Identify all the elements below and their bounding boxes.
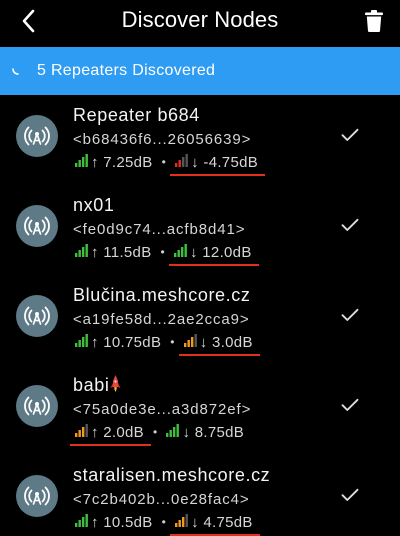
uplink-snr-value: ↑ 11.5dB xyxy=(91,243,152,261)
node-name: Repeater b684 xyxy=(73,105,200,125)
separator-dot: • xyxy=(161,155,167,169)
downlink-snr: ↓ 8.75dB xyxy=(164,423,246,441)
uplink-snr-value: ↑ 10.75dB xyxy=(91,333,162,351)
separator-dot: • xyxy=(152,425,158,439)
node-list: Repeater b684 <b68436f6...26056639> ↑ 7.… xyxy=(0,95,400,536)
page-title: Discover Nodes xyxy=(121,7,279,32)
signal-info: ↑ 7.25dB • ↓ -4.75dB xyxy=(73,152,265,176)
uplink-snr-value: ↑ 7.25dB xyxy=(91,153,153,171)
node-public-key: <75a0de3e...a3d872ef> xyxy=(73,401,252,418)
node-name: Blučina.meshcore.cz xyxy=(73,285,251,305)
downlink-snr-value: ↓ 12.0dB xyxy=(190,243,252,261)
node-public-key: <b68436f6...26056639> xyxy=(73,131,252,148)
discovered-count-text: 5 Repeaters Discovered xyxy=(37,62,216,79)
separator-dot: • xyxy=(160,245,166,259)
signal-bars-icon xyxy=(75,153,89,171)
signal-info: ↑ 2.0dB • ↓ 8.75dB xyxy=(70,422,246,446)
uplink-snr-value: ↑ 2.0dB xyxy=(91,423,144,441)
downlink-snr: ↓ -4.75dB xyxy=(170,153,265,176)
node-name: babi xyxy=(73,375,121,397)
separator-dot: • xyxy=(161,515,167,529)
signal-bars-icon xyxy=(75,423,89,441)
signal-bars-icon xyxy=(75,513,89,531)
signal-bars-icon xyxy=(174,243,188,261)
uplink-snr: ↑ 10.75dB xyxy=(73,333,163,351)
signal-info: ↑ 10.75dB • ↓ 3.0dB xyxy=(73,332,260,356)
signal-bars-icon xyxy=(166,423,180,441)
signal-bars-icon xyxy=(175,513,189,531)
node-public-key: <a19fe58d...2ae2cca9> xyxy=(73,311,250,328)
rocket-icon xyxy=(110,375,121,397)
antenna-icon xyxy=(16,385,58,427)
checkmark-icon[interactable] xyxy=(340,305,360,325)
signal-bars-icon xyxy=(75,243,89,261)
downlink-snr: ↓ 12.0dB xyxy=(169,243,259,266)
uplink-snr: ↑ 2.0dB xyxy=(70,423,151,446)
uplink-snr: ↑ 11.5dB xyxy=(73,243,154,261)
node-list-item[interactable]: Repeater b684 <b68436f6...26056639> ↑ 7.… xyxy=(0,95,400,185)
separator-dot: • xyxy=(170,335,175,349)
checkmark-icon[interactable] xyxy=(340,485,360,505)
uplink-snr-value: ↑ 10.5dB xyxy=(91,513,153,531)
checkmark-icon[interactable] xyxy=(340,125,360,145)
loading-spinner-icon xyxy=(6,60,28,82)
downlink-snr-value: ↓ -4.75dB xyxy=(191,153,259,171)
signal-info: ↑ 10.5dB • ↓ 4.75dB xyxy=(73,512,260,536)
node-list-item[interactable]: nx01 <fe0d9c74...acfb8d41> ↑ 11.5dB • ↓ … xyxy=(0,185,400,275)
antenna-icon xyxy=(16,295,58,337)
downlink-snr-value: ↓ 8.75dB xyxy=(182,423,245,441)
node-list-item[interactable]: staralisen.meshcore.cz <7c2b402b...0e28f… xyxy=(0,455,400,536)
trash-icon xyxy=(365,10,383,32)
node-list-item[interactable]: babi <75a0de3e...a3d872ef> ↑ 2.0dB • ↓ 8… xyxy=(0,365,400,455)
downlink-snr: ↓ 3.0dB xyxy=(178,333,260,356)
uplink-snr: ↑ 10.5dB xyxy=(73,513,155,531)
signal-bars-icon xyxy=(183,333,198,351)
antenna-icon xyxy=(16,115,58,157)
node-public-key: <7c2b402b...0e28fac4> xyxy=(73,491,250,508)
delete-button[interactable] xyxy=(360,6,388,36)
app-header: Discover Nodes xyxy=(0,0,400,46)
checkmark-icon[interactable] xyxy=(340,395,360,415)
uplink-snr: ↑ 7.25dB xyxy=(73,153,155,171)
downlink-snr: ↓ 4.75dB xyxy=(170,513,260,536)
node-list-item[interactable]: Blučina.meshcore.cz <a19fe58d...2ae2cca9… xyxy=(0,275,400,365)
signal-bars-icon xyxy=(175,153,189,171)
downlink-snr-value: ↓ 3.0dB xyxy=(199,333,253,351)
node-name: nx01 xyxy=(73,195,115,215)
signal-info: ↑ 11.5dB • ↓ 12.0dB xyxy=(73,242,259,266)
antenna-icon xyxy=(16,475,58,517)
signal-bars-icon xyxy=(75,333,89,351)
antenna-icon xyxy=(16,205,58,247)
node-public-key: <fe0d9c74...acfb8d41> xyxy=(73,221,246,238)
checkmark-icon[interactable] xyxy=(340,215,360,235)
discovery-status-banner: 5 Repeaters Discovered xyxy=(0,47,400,95)
downlink-snr-value: ↓ 4.75dB xyxy=(191,513,253,531)
node-name: staralisen.meshcore.cz xyxy=(73,465,271,485)
